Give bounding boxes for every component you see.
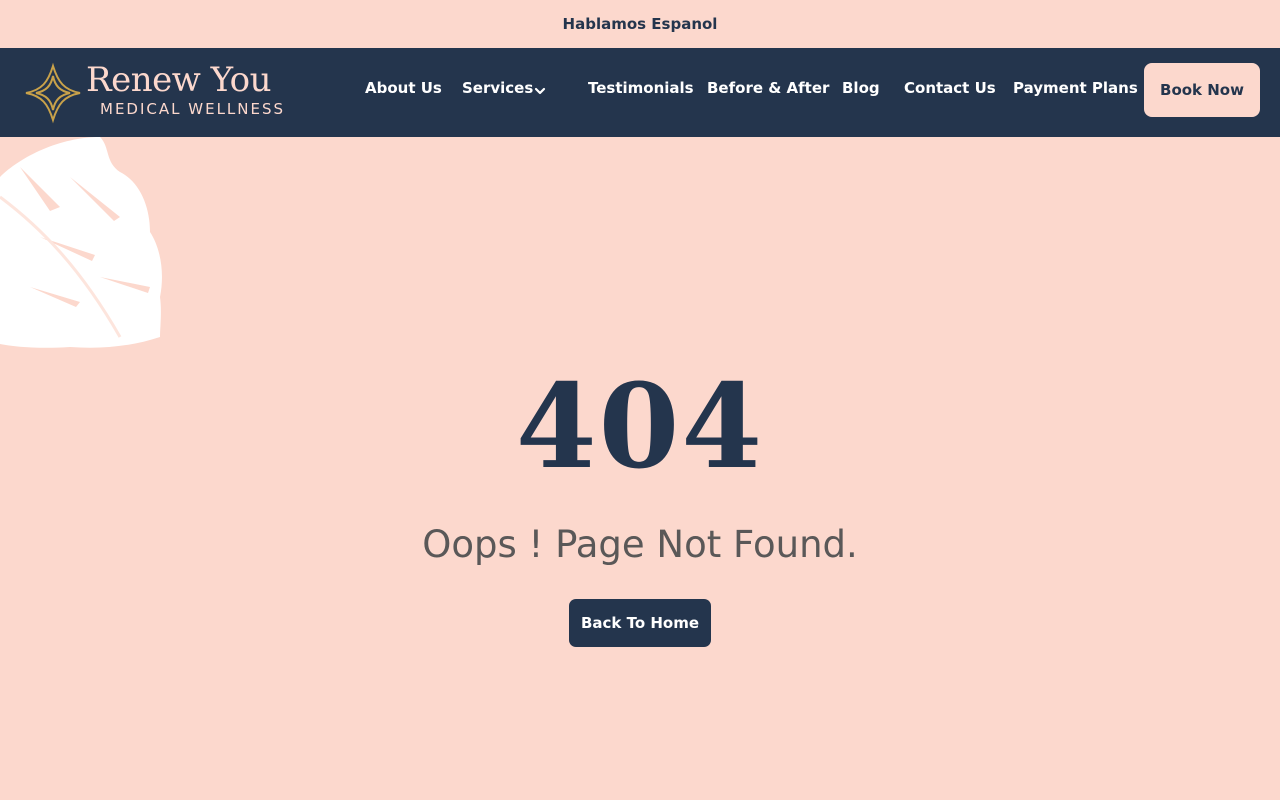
error-code-heading: 404 <box>515 359 765 495</box>
nav-services[interactable]: Services <box>462 79 533 97</box>
nav-before-after[interactable]: Before & After <box>707 79 829 97</box>
site-logo[interactable]: Renew You MEDICAL WELLNESS <box>22 60 312 126</box>
logo-tagline: MEDICAL WELLNESS <box>100 100 286 118</box>
spanish-notice[interactable]: Hablamos Espanol <box>563 15 718 33</box>
error-message: Oops ! Page Not Found. <box>422 523 858 566</box>
monstera-leaf-icon <box>0 137 162 348</box>
four-point-star-ornament-icon <box>25 62 81 124</box>
nav-payment-plans[interactable]: Payment Plans <box>1013 79 1138 97</box>
nav-blog[interactable]: Blog <box>842 79 880 97</box>
book-now-button[interactable]: Book Now <box>1144 63 1260 117</box>
nav-about-us[interactable]: About Us <box>365 79 442 97</box>
nav-testimonials[interactable]: Testimonials <box>588 79 694 97</box>
nav-contact-us[interactable]: Contact Us <box>904 79 996 97</box>
back-to-home-button[interactable]: Back To Home <box>569 599 711 647</box>
chevron-down-icon[interactable] <box>533 84 547 98</box>
main-navigation-bar: Renew You MEDICAL WELLNESS About Us Serv… <box>0 48 1280 137</box>
logo-wordmark: Renew You <box>86 60 272 100</box>
top-announcement-bar: Hablamos Espanol <box>0 0 1280 48</box>
